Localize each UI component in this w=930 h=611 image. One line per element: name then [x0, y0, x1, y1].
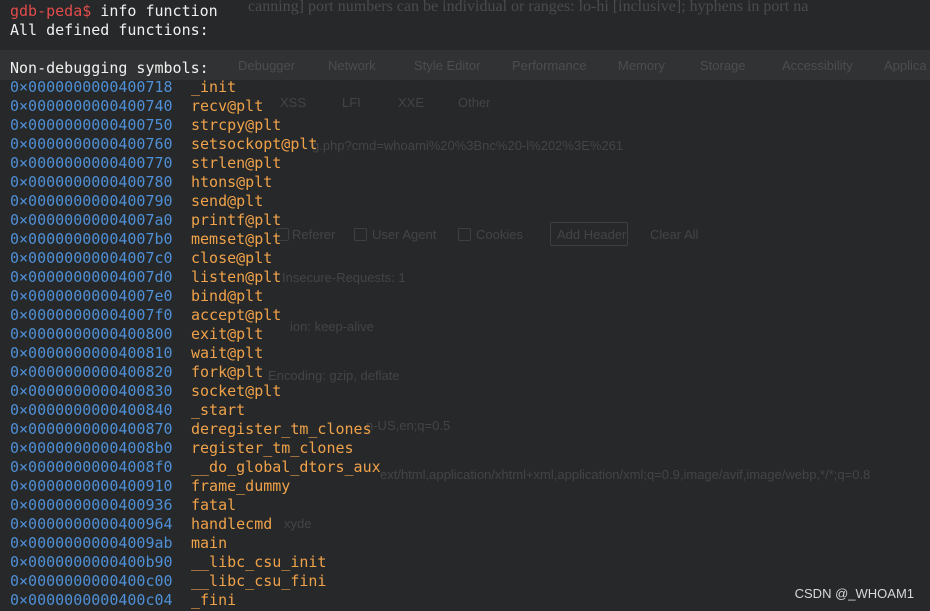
- symbol-row: 0×0000000000400936 fatal: [10, 496, 920, 515]
- symbol-row: 0×0000000000400810 wait@plt: [10, 344, 920, 363]
- symbol-address: 0×0000000000400870: [10, 420, 173, 438]
- symbol-address: 0×0000000000400740: [10, 97, 173, 115]
- symbol-name: main: [191, 534, 228, 552]
- symbol-row: 0×0000000000400718 _init: [10, 78, 920, 97]
- symbol-name: __do_global_dtors_aux: [191, 458, 381, 476]
- symbol-address: 0×0000000000400760: [10, 135, 173, 153]
- symbol-row: 0×0000000000400780 htons@plt: [10, 173, 920, 192]
- symbol-row: 0×0000000000400840 _start: [10, 401, 920, 420]
- symbol-address: 0×00000000004007c0: [10, 249, 173, 267]
- symbol-row: 0×00000000004008b0 register_tm_clones: [10, 439, 920, 458]
- symbol-row: 0×0000000000400740 recv@plt: [10, 97, 920, 116]
- symbol-name: handlecmd: [191, 515, 273, 533]
- header-line: All defined functions:: [10, 21, 209, 39]
- symbol-name: memset@plt: [191, 230, 282, 248]
- symbol-address: 0×0000000000400750: [10, 116, 173, 134]
- symbol-address: 0×00000000004008f0: [10, 458, 173, 476]
- symbol-address: 0×0000000000400c04: [10, 591, 173, 609]
- symbol-address: 0×0000000000400770: [10, 154, 173, 172]
- symbol-name: listen@plt: [191, 268, 282, 286]
- symbol-row: 0×0000000000400870 deregister_tm_clones: [10, 420, 920, 439]
- symbol-name: setsockopt@plt: [191, 135, 318, 153]
- section-line: Non-debugging symbols:: [10, 59, 209, 77]
- symbol-name: socket@plt: [191, 382, 282, 400]
- symbol-row: 0×0000000000400b90 __libc_csu_init: [10, 553, 920, 572]
- symbol-row: 0×00000000004009ab main: [10, 534, 920, 553]
- symbol-address: 0×0000000000400780: [10, 173, 173, 191]
- symbol-address: 0×00000000004009ab: [10, 534, 173, 552]
- gdb-prompt: gdb-peda$: [10, 2, 92, 20]
- symbol-address: 0×00000000004007e0: [10, 287, 173, 305]
- symbol-name: printf@plt: [191, 211, 282, 229]
- symbol-address: 0×0000000000400830: [10, 382, 173, 400]
- symbol-row: 0×0000000000400964 handlecmd: [10, 515, 920, 534]
- terminal-output: gdb-peda$ info function All defined func…: [10, 0, 920, 610]
- terminal-window[interactable]: canning] port numbers can be individual …: [0, 0, 930, 611]
- symbol-name: accept@plt: [191, 306, 282, 324]
- symbol-name: exit@plt: [191, 325, 264, 343]
- symbol-name: send@plt: [191, 192, 264, 210]
- symbol-row: 0×0000000000400760 setsockopt@plt: [10, 135, 920, 154]
- symbol-address: 0×00000000004007b0: [10, 230, 173, 248]
- symbol-address: 0×00000000004007f0: [10, 306, 173, 324]
- symbol-address: 0×0000000000400810: [10, 344, 173, 362]
- symbol-name: close@plt: [191, 249, 273, 267]
- symbol-name: htons@plt: [191, 173, 273, 191]
- symbol-name: wait@plt: [191, 344, 264, 362]
- symbol-address: 0×0000000000400718: [10, 78, 173, 96]
- symbol-name: _start: [191, 401, 246, 419]
- symbol-name: __libc_csu_fini: [191, 572, 327, 590]
- symbol-row: 0×0000000000400750 strcpy@plt: [10, 116, 920, 135]
- symbol-address: 0×0000000000400c00: [10, 572, 173, 590]
- symbol-name: deregister_tm_clones: [191, 420, 372, 438]
- symbol-name: bind@plt: [191, 287, 264, 305]
- symbol-row: 0×0000000000400c04 _fini: [10, 591, 920, 610]
- symbol-address: 0×0000000000400b90: [10, 553, 173, 571]
- symbol-address: 0×0000000000400790: [10, 192, 173, 210]
- symbol-row: 0×0000000000400910 frame_dummy: [10, 477, 920, 496]
- symbol-address: 0×0000000000400910: [10, 477, 173, 495]
- symbol-address: 0×00000000004007a0: [10, 211, 173, 229]
- symbol-name: recv@plt: [191, 97, 264, 115]
- symbol-address: 0×0000000000400936: [10, 496, 173, 514]
- symbol-row: 0×00000000004007c0 close@plt: [10, 249, 920, 268]
- watermark: CSDN @_WHOAM1: [794, 586, 914, 601]
- symbol-row: 0×00000000004007a0 printf@plt: [10, 211, 920, 230]
- symbol-row: 0×00000000004007f0 accept@plt: [10, 306, 920, 325]
- symbol-address: 0×00000000004007d0: [10, 268, 173, 286]
- command-text: info function: [91, 2, 218, 20]
- symbol-address: 0×0000000000400800: [10, 325, 173, 343]
- symbol-name: strcpy@plt: [191, 116, 282, 134]
- symbol-address: 0×00000000004008b0: [10, 439, 173, 457]
- symbol-row: 0×00000000004008f0 __do_global_dtors_aux: [10, 458, 920, 477]
- symbol-row: 0×0000000000400770 strlen@plt: [10, 154, 920, 173]
- symbol-list: 0×0000000000400718 _init 0×000000000040074…: [10, 78, 920, 610]
- symbol-address: 0×0000000000400840: [10, 401, 173, 419]
- symbol-row: 0×0000000000400c00 __libc_csu_fini: [10, 572, 920, 591]
- prompt-line: gdb-peda$ info function: [10, 2, 920, 21]
- symbol-name: fatal: [191, 496, 237, 514]
- symbol-row: 0×00000000004007b0 memset@plt: [10, 230, 920, 249]
- symbol-name: _init: [191, 78, 237, 96]
- symbol-row: 0×00000000004007e0 bind@plt: [10, 287, 920, 306]
- symbol-row: 0×0000000000400790 send@plt: [10, 192, 920, 211]
- symbol-name: strlen@plt: [191, 154, 282, 172]
- symbol-row: 0×0000000000400830 socket@plt: [10, 382, 920, 401]
- symbol-name: fork@plt: [191, 363, 264, 381]
- symbol-row: 0×0000000000400800 exit@plt: [10, 325, 920, 344]
- symbol-address: 0×0000000000400964: [10, 515, 173, 533]
- symbol-address: 0×0000000000400820: [10, 363, 173, 381]
- symbol-name: __libc_csu_init: [191, 553, 327, 571]
- symbol-name: frame_dummy: [191, 477, 291, 495]
- symbol-row: 0×00000000004007d0 listen@plt: [10, 268, 920, 287]
- symbol-name: _fini: [191, 591, 237, 609]
- symbol-name: register_tm_clones: [191, 439, 354, 457]
- symbol-row: 0×0000000000400820 fork@plt: [10, 363, 920, 382]
